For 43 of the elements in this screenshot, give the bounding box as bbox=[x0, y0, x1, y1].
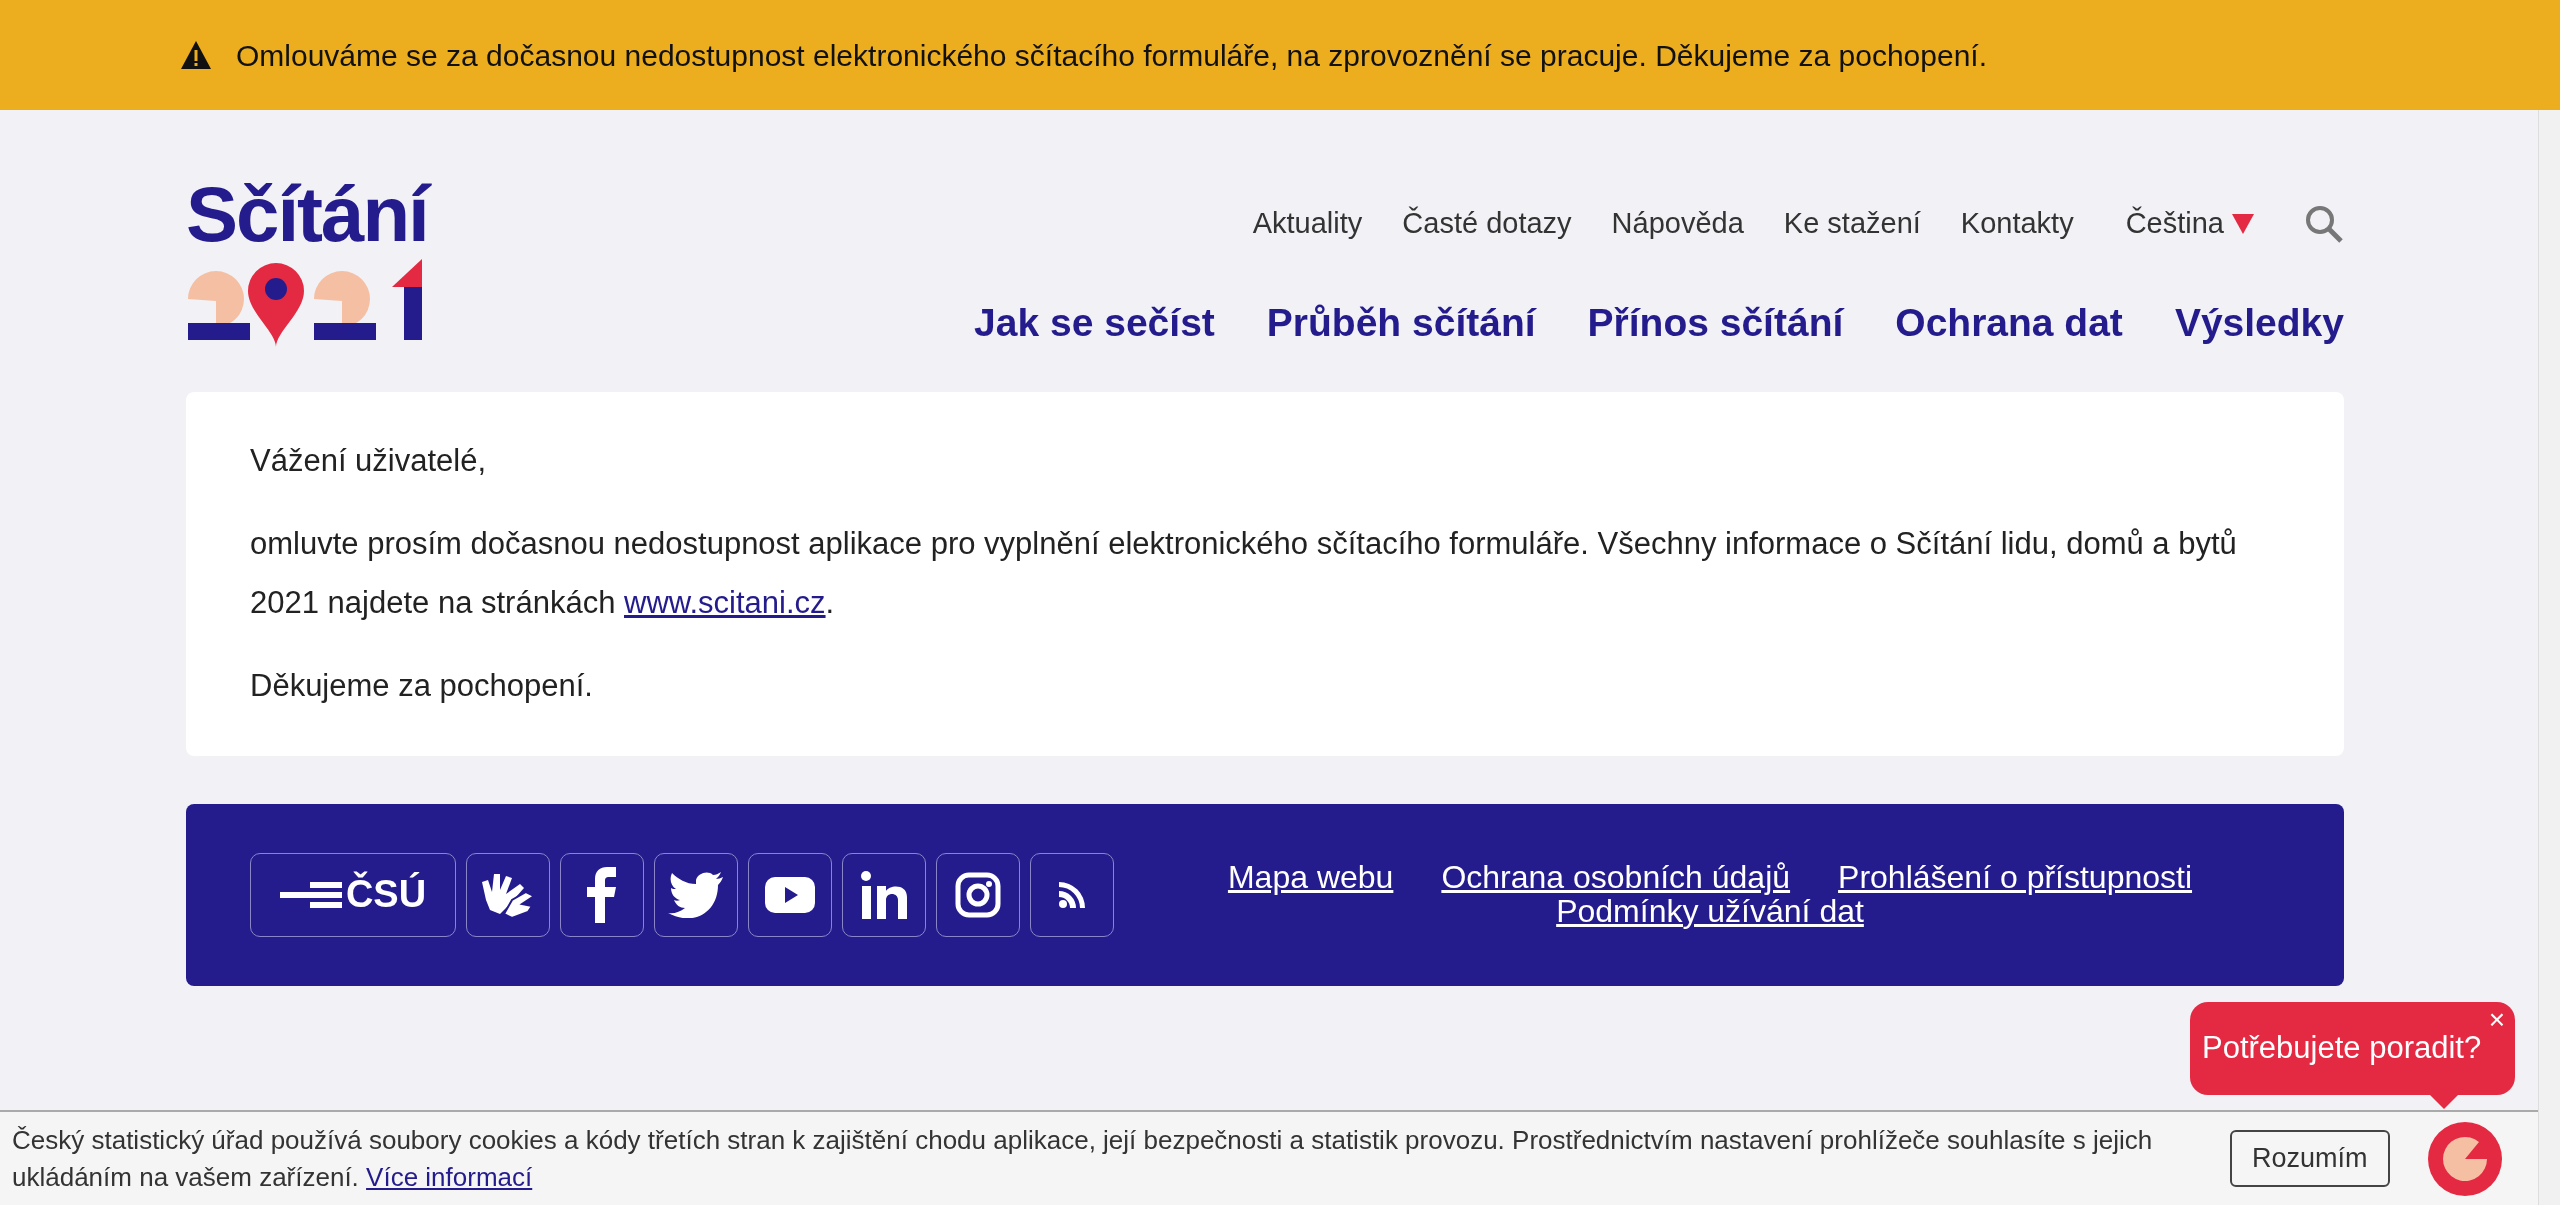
top-nav-link[interactable]: Časté dotazy bbox=[1402, 202, 1572, 246]
bird-icon bbox=[668, 871, 724, 918]
facebook-icon bbox=[587, 866, 617, 923]
scrollbar[interactable] bbox=[2538, 110, 2560, 1205]
linkedin-icon bbox=[861, 870, 907, 919]
message-paragraph: omluvte prosím dočasnou nedostupnost aplikace pro vyplnění elektronického sčítacího formuláře. Všechny informace o Sčítání lidu, domů a bytů 2021 najdete na stránkách www.scitani.cz. bbox=[250, 524, 2238, 622]
instagram-button[interactable] bbox=[936, 852, 1020, 937]
main-nav-link[interactable]: Průběh sčítání bbox=[1266, 293, 1536, 352]
greeting-text: Vážení uživatelé, bbox=[250, 442, 488, 480]
warning-icon bbox=[180, 40, 212, 70]
sign-button[interactable] bbox=[466, 852, 550, 937]
footer-link[interactable]: Podmínky užívání dat bbox=[1556, 894, 1864, 929]
top-nav-link[interactable]: Nápověda bbox=[1611, 202, 1744, 246]
youtube-icon bbox=[765, 876, 815, 913]
twitter-button[interactable] bbox=[654, 852, 738, 937]
search-icon[interactable] bbox=[2304, 203, 2344, 244]
footer-link[interactable]: Mapa webu bbox=[1227, 860, 1394, 895]
speed-lines-icon bbox=[279, 881, 342, 908]
top-nav-link[interactable]: Ke stažení bbox=[1783, 202, 1921, 246]
website-link[interactable]: www.scitani.cz bbox=[624, 584, 826, 620]
main-nav-link[interactable]: Jak se sečíst bbox=[974, 293, 1215, 352]
rss-icon bbox=[1059, 881, 1085, 908]
alert-message: Omlouváme se za dočasnou nedostupnost elektronického sčítacího formuláře, na zprovoznění se pracuje. Děkujeme za pochopení. bbox=[236, 37, 1987, 74]
top-nav-link[interactable]: Aktuality bbox=[1252, 202, 1363, 246]
rss-button[interactable] bbox=[1030, 852, 1114, 937]
facebook-button[interactable] bbox=[560, 852, 644, 937]
footer-link[interactable]: Ochrana osobních údajů bbox=[1441, 860, 1791, 895]
main-nav-link[interactable]: Výsledky bbox=[2174, 293, 2344, 352]
more-info-link[interactable]: Více informací bbox=[366, 1161, 533, 1192]
footer-link[interactable]: Prohlášení o přístupnosti bbox=[1838, 860, 2193, 895]
main-nav-link[interactable]: Ochrana dat bbox=[1895, 293, 2123, 352]
main-nav-link[interactable]: Přínos sčítání bbox=[1587, 293, 1844, 352]
accept-button[interactable]: Rozumím bbox=[2230, 1130, 2390, 1187]
help-bubble-text: Potřebujete poradit? bbox=[2202, 1029, 2482, 1068]
instagram-icon bbox=[955, 871, 1001, 918]
linkedin-button[interactable] bbox=[842, 852, 926, 937]
language-selector[interactable]: Čeština bbox=[2125, 202, 2254, 246]
csu-logo-button[interactable]: ČSÚ bbox=[250, 852, 456, 937]
cookie-notice: Český statistický úřad používá soubory cookies a kódy třetích stran k zajištění chodu aplikace, její bezpečnosti a statistik provozu. Prostřednictvím nastavení prohlížeče souhlasíte s jejich ukládáním na vašem zařízení. Více informací bbox=[12, 1124, 2154, 1194]
close-button[interactable]: × bbox=[2484, 1006, 2509, 1034]
top-nav-link[interactable]: Kontakty bbox=[1960, 202, 2074, 246]
closing-text: Děkujeme za pochopení. bbox=[250, 666, 594, 705]
youtube-button[interactable] bbox=[748, 852, 832, 937]
